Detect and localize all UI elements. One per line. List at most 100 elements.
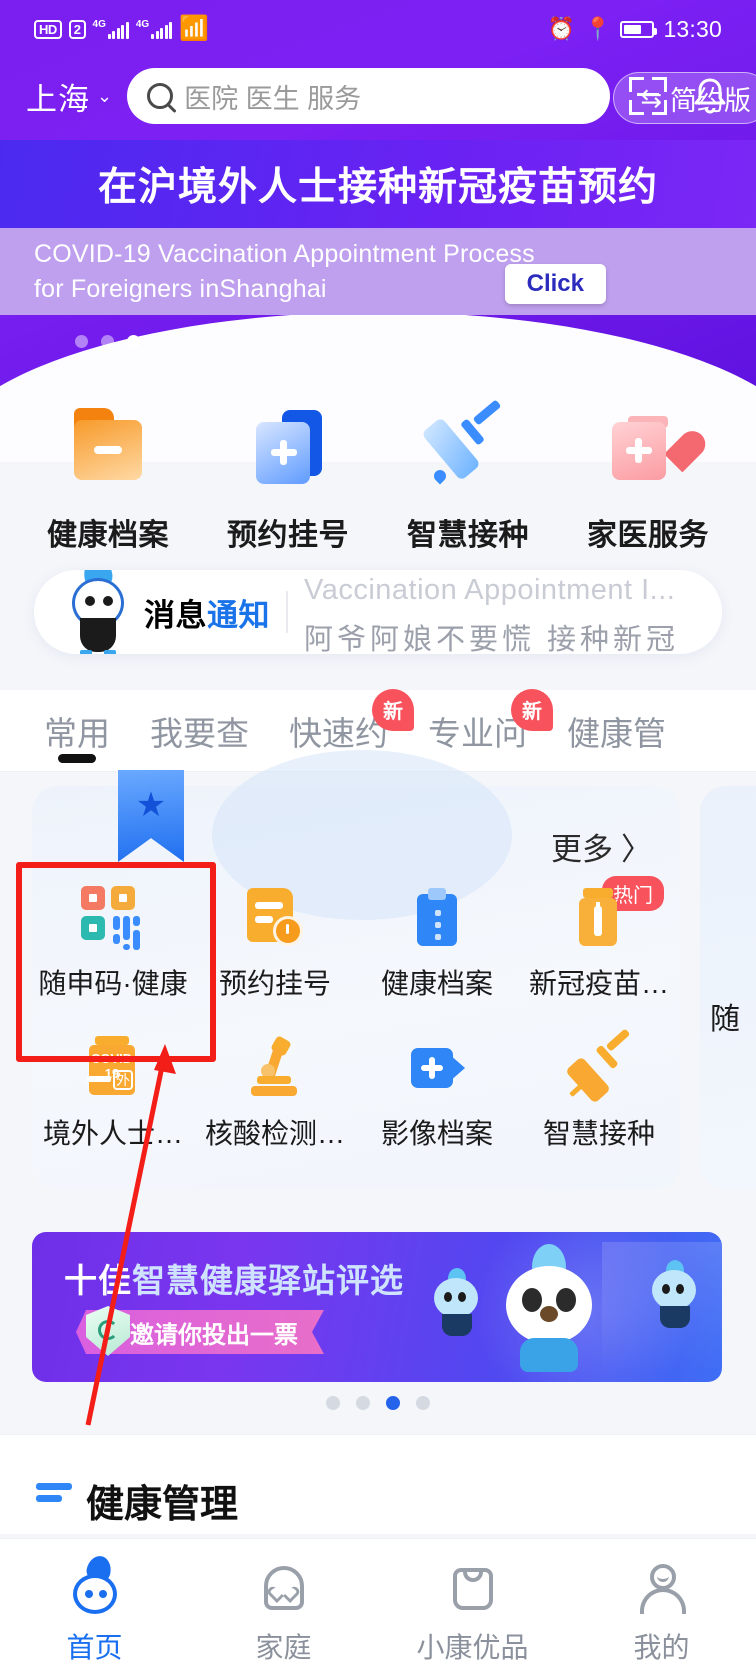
banner-subtitle-line2: for Foreigners inShanghai	[34, 274, 327, 303]
nav-item-home[interactable]: 首页	[0, 1553, 189, 1666]
banner-click-button[interactable]: Click	[504, 264, 606, 304]
microscope-icon	[243, 1035, 307, 1100]
services-card-carousel: 随 ★ 更多 〉 随申码·健康 预约挂号 健康档案 热门 新冠疫苗… COVID…	[0, 750, 756, 1196]
notification-title-black: 消息	[144, 597, 207, 633]
promo-dot-1[interactable]	[326, 1396, 340, 1410]
signal-bars-icon	[107, 22, 129, 39]
appointment-clock-doc-icon	[243, 886, 307, 950]
tab-label: 我要查	[150, 714, 249, 752]
service-smart-vaccination[interactable]: 智慧接种	[518, 1028, 680, 1180]
qr-health-code-icon	[81, 886, 145, 950]
syringe-icon	[420, 399, 516, 496]
tab-health-management[interactable]: 健康管	[547, 707, 686, 755]
promo-title: 十佳智慧健康驿站评选	[64, 1254, 404, 1302]
service-imaging-record[interactable]: 影像档案	[356, 1030, 518, 1180]
signal-1: 4G	[93, 20, 129, 39]
notification-title: 消息通知	[144, 590, 270, 635]
search-input[interactable]: 医院 医生 服务	[127, 68, 610, 124]
quick-action-label: 预约挂号	[227, 519, 349, 552]
service-foreigners[interactable]: COVID-19 外 境外人士…	[32, 1030, 194, 1180]
status-time: 13:30	[663, 15, 722, 42]
banner-subtitle-en: COVID-19 Vaccination Appointment Process…	[34, 237, 535, 306]
more-link[interactable]: 更多 〉	[551, 824, 652, 869]
services-grid: 随申码·健康 预约挂号 健康档案 热门 新冠疫苗… COVID-19 外 境外人…	[32, 876, 680, 1180]
bird-mascot-icon	[498, 1244, 602, 1372]
quick-action-health-record[interactable]: 健康档案	[18, 400, 198, 554]
sim-badge: 2	[68, 20, 86, 39]
nav-item-profile[interactable]: 我的	[567, 1560, 756, 1666]
nav-item-family[interactable]: 家庭	[189, 1560, 378, 1666]
family-doctor-heart-icon	[600, 400, 696, 496]
quick-action-label: 健康档案	[47, 519, 169, 552]
chevron-down-icon: ⌄	[97, 85, 114, 106]
status-bar: HD 2 4G 4G 📶 ⏰ 📍 13:30	[0, 0, 756, 58]
promo-mascots	[382, 1232, 722, 1382]
quick-action-family-doctor[interactable]: 家医服务	[558, 400, 738, 554]
section-title: 健康管理	[86, 1484, 239, 1526]
network-type-2: 4G	[135, 19, 150, 30]
tab-common[interactable]: 常用	[24, 707, 130, 763]
menu-bars-icon	[36, 1483, 72, 1505]
status-right: ⏰ 📍 13:30	[548, 16, 722, 43]
marquee-line-2: 阿爷阿娘不要慌 接种新冠	[304, 624, 680, 654]
service-nucleic-test[interactable]: 核酸检测…	[194, 1030, 356, 1180]
tab-search[interactable]: 我要查	[130, 707, 269, 755]
network-type-1: 4G	[92, 19, 106, 30]
marquee-line-1: Vaccination Appointment I...	[304, 574, 676, 606]
service-label: 核酸检测…	[204, 1118, 345, 1149]
chevron-right-icon: 〉	[621, 832, 652, 867]
service-label: 健康档案	[380, 968, 493, 999]
bird-mascot-icon	[54, 570, 146, 654]
notification-bar[interactable]: 消息通知 Vaccination Appointment I... 阿爷阿娘不要…	[34, 570, 722, 654]
promo-pill-label: 邀请你投出一票	[130, 1321, 298, 1349]
signal-2: 4G	[135, 19, 173, 39]
banner-subtitle-area: COVID-19 Vaccination Appointment Process…	[0, 228, 756, 315]
dot-3-active[interactable]	[127, 335, 140, 348]
service-label: 随申码·健康	[38, 968, 188, 999]
quick-action-appointment[interactable]: 预约挂号	[198, 400, 378, 554]
user-profile-icon	[634, 1560, 690, 1616]
tab-label: 常用	[44, 714, 110, 752]
syringe-orange-icon	[565, 1028, 631, 1104]
service-appointment[interactable]: 预约挂号	[194, 880, 356, 1030]
hero-banner[interactable]: 在沪境外人士接种新冠疫苗预约 COVID-19 Vaccination Appo…	[0, 140, 756, 315]
city-selector[interactable]: 上海 ⌄	[26, 74, 113, 119]
city-label: 上海	[26, 81, 90, 117]
search-icon	[147, 83, 174, 109]
quick-action-smart-vaccination[interactable]: 智慧接种	[378, 399, 558, 554]
nav-label: 小康优品	[416, 1631, 529, 1663]
service-label: 境外人士…	[42, 1118, 183, 1149]
promo-dot-3-active[interactable]	[386, 1396, 400, 1410]
family-house-heart-icon	[256, 1560, 312, 1616]
service-label: 影像档案	[380, 1118, 493, 1149]
vaccine-vial-icon	[567, 886, 631, 950]
tab-professional-ask[interactable]: 专业问 新	[408, 688, 553, 755]
banner-title-cn: 在沪境外人士接种新冠疫苗预约	[97, 166, 658, 209]
quick-action-label: 家医服务	[587, 519, 709, 552]
promo-dot-2[interactable]	[356, 1396, 370, 1410]
notification-title-blue: 通知	[207, 597, 270, 633]
service-suishenma-health[interactable]: 随申码·健康	[32, 880, 194, 1030]
tab-quick-appointment[interactable]: 快速约 新	[269, 688, 414, 755]
services-card-next-peek[interactable]	[700, 786, 756, 1190]
service-health-record[interactable]: 健康档案	[356, 880, 518, 1030]
banner-subtitle-line1: COVID-19 Vaccination Appointment Process	[34, 240, 535, 268]
status-left: HD 2 4G 4G 📶	[34, 17, 209, 41]
promo-title-rest: 智慧健康驿站评选	[132, 1262, 404, 1299]
more-label: 更多	[551, 832, 613, 867]
promo-banner[interactable]: 十佳智慧健康驿站评选 邀请你投出一票	[32, 1232, 722, 1382]
health-record-folder-icon	[60, 400, 156, 496]
service-covid-vaccine[interactable]: 热门 新冠疫苗…	[518, 876, 680, 1030]
home-bird-icon	[67, 1553, 123, 1616]
notification-marquee: Vaccination Appointment I... 阿爷阿娘不要慌 接种新…	[304, 570, 722, 654]
simple-mode-button[interactable]: swap-arrows-icon ⇆ 简约版	[613, 72, 756, 124]
nav-label: 家庭	[255, 1631, 312, 1663]
promo-pagination-dots[interactable]	[0, 1396, 756, 1410]
services-card: ★ 更多 〉 随申码·健康 预约挂号 健康档案 热门 新冠疫苗… COVID-1…	[32, 750, 680, 1190]
dot-2[interactable]	[101, 335, 114, 348]
bird-mascot-small-icon	[428, 1268, 486, 1340]
promo-dot-4[interactable]	[416, 1396, 430, 1410]
nav-item-shop[interactable]: 小康优品	[378, 1560, 567, 1666]
banner-pagination-dots[interactable]	[75, 335, 140, 348]
dot-1[interactable]	[75, 335, 88, 348]
